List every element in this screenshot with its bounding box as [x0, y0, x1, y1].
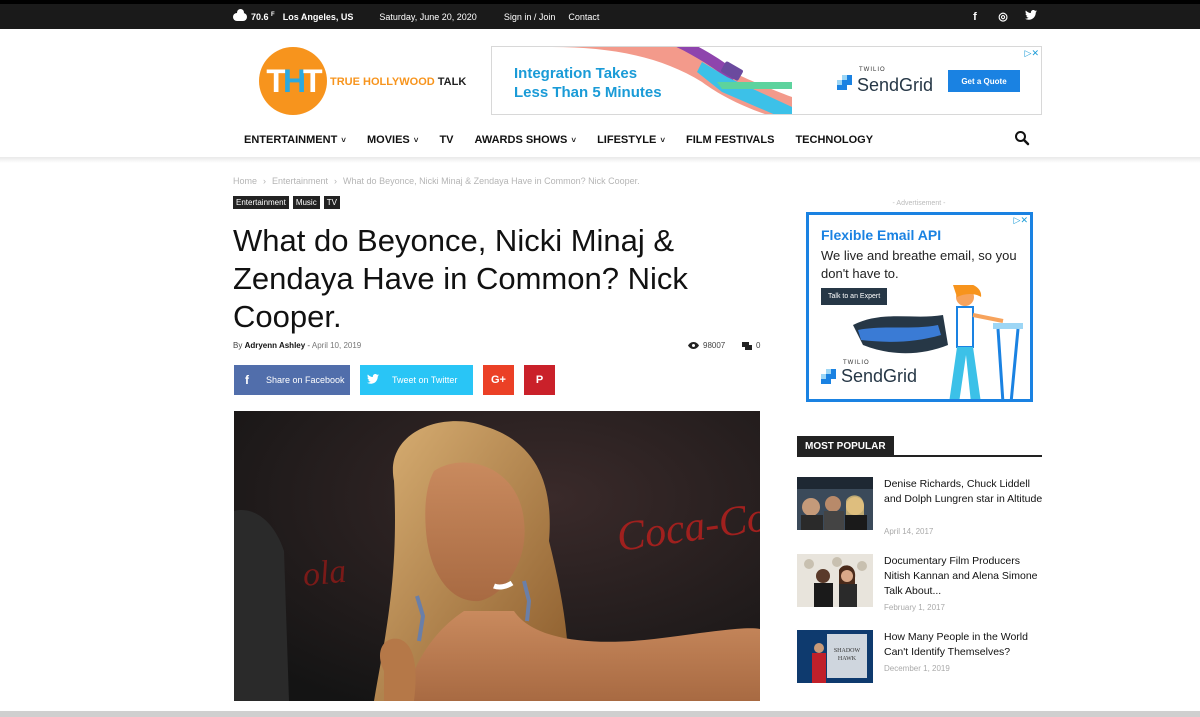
publish-date: April 10, 2019: [311, 341, 362, 350]
svg-text:ola: ola: [301, 553, 348, 594]
top-banner-ad[interactable]: Integration Takes Less Than 5 Minutes TW…: [491, 46, 1042, 115]
popular-post[interactable]: Denise Richards, Chuck Liddell and Dolph…: [797, 477, 1042, 537]
chevron-down-icon: ˅: [413, 135, 419, 145]
main-nav: ENTERTAINMENT ˅ MOVIES ˅ TV AWARDS SHOWS ˅ …: [244, 129, 894, 151]
chevron-down-icon: ˅: [571, 135, 577, 145]
post-date: April 14, 2017: [884, 527, 934, 536]
comment-icon: [742, 341, 752, 350]
nav-movies[interactable]: MOVIES ˅: [367, 134, 418, 146]
eye-icon: [688, 342, 699, 349]
tag-music[interactable]: Music: [292, 196, 320, 209]
author-link[interactable]: Adryenn Ashley: [245, 341, 306, 350]
sidebar-ad[interactable]: Flexible Email API We live and breathe e…: [806, 212, 1033, 402]
ad-side-headline: Flexible Email API: [821, 227, 942, 243]
share-twitter-button[interactable]: Tweet on Twitter: [360, 365, 473, 395]
nav-awards-shows[interactable]: AWARDS SHOWS ˅: [475, 134, 577, 146]
nav-entertainment[interactable]: ENTERTAINMENT ˅: [244, 134, 346, 146]
share-pinterest-button[interactable]: P: [524, 365, 555, 395]
article-meta: By Adryenn Ashley - April 10, 2019: [233, 341, 362, 350]
chevron-down-icon: ˅: [341, 135, 346, 145]
site-logo[interactable]: THT: [259, 47, 327, 115]
chevron-down-icon: ˅: [660, 135, 666, 145]
most-popular-header: MOST POPULAR: [797, 436, 1042, 457]
article-title: What do Beyonce, Nicki Minaj & Zendaya H…: [233, 223, 688, 334]
post-title[interactable]: Denise Richards, Chuck Liddell and Dolph…: [884, 477, 1044, 507]
ad-side-body: We live and breathe email, so you don't …: [821, 248, 1017, 281]
view-count: 98007: [688, 341, 725, 350]
breadcrumb-category[interactable]: Entertainment: [272, 176, 328, 186]
facebook-icon: f: [245, 373, 249, 387]
instagram-icon[interactable]: ◎: [997, 10, 1009, 23]
post-thumbnail[interactable]: SHADOW HAWK: [797, 630, 873, 683]
share-googleplus-button[interactable]: G+: [483, 365, 514, 395]
nav-lifestyle[interactable]: LIFESTYLE ˅: [597, 134, 665, 146]
tag-entertainment[interactable]: Entertainment: [233, 196, 289, 209]
popular-post[interactable]: Documentary Film Producers Nitish Kannan…: [797, 554, 1042, 614]
post-date: December 1, 2019: [884, 664, 950, 673]
nav-technology[interactable]: TECHNOLOGY: [795, 134, 873, 146]
search-icon[interactable]: [1014, 130, 1030, 146]
cloud-icon: [233, 8, 247, 21]
sendgrid-logo: TWILIO SendGrid: [837, 67, 933, 96]
sendgrid-icon: [837, 74, 853, 91]
breadcrumb: Home › Entertainment › What do Beyonce, …: [233, 176, 640, 186]
ad-headline-2: Less Than 5 Minutes: [514, 84, 662, 101]
post-thumbnail[interactable]: [797, 477, 873, 530]
googleplus-icon: G+: [491, 374, 506, 386]
nav-film-festivals[interactable]: FILM FESTIVALS: [686, 134, 774, 146]
pinterest-icon: P: [535, 374, 544, 386]
nav-tv[interactable]: TV: [439, 134, 453, 146]
adchoices-icon[interactable]: ▷✕: [1025, 48, 1039, 59]
location: Los Angeles, US: [282, 11, 354, 22]
temperature: 70.6 F: [251, 11, 275, 22]
current-date: Saturday, June 20, 2020: [379, 11, 477, 22]
breadcrumb-current: What do Beyonce, Nicki Minaj & Zendaya H…: [343, 176, 640, 186]
comment-count[interactable]: 0: [742, 341, 760, 350]
post-thumbnail[interactable]: [797, 554, 873, 607]
signin-link[interactable]: Sign in / Join: [504, 12, 556, 22]
twitter-icon[interactable]: [1025, 10, 1037, 23]
get-quote-button[interactable]: Get a Quote: [948, 70, 1020, 92]
post-date: February 1, 2017: [884, 603, 945, 612]
article-featured-image: Coca-Cola ola: [234, 411, 760, 701]
facebook-icon[interactable]: f: [969, 11, 981, 23]
ad-headline-1: Integration Takes: [514, 65, 638, 82]
popular-post[interactable]: SHADOW HAWK How Many People in the World…: [797, 630, 1042, 690]
svg-text:HAWK: HAWK: [838, 656, 857, 662]
twitter-icon: [360, 373, 386, 387]
svg-text:SHADOW: SHADOW: [834, 648, 861, 654]
post-title[interactable]: How Many People in the World Can't Ident…: [884, 630, 1044, 660]
advertisement-label: - Advertisement -: [892, 200, 946, 207]
contact-link[interactable]: Contact: [568, 12, 599, 22]
category-tags: Entertainment Music TV: [233, 196, 340, 209]
top-bar: 70.6 F Los Angeles, US Saturday, June 20…: [0, 0, 1200, 29]
site-name[interactable]: TRUE HOLLYWOOD TALK: [330, 76, 466, 88]
breadcrumb-home[interactable]: Home: [233, 176, 257, 186]
sendgrid-icon: [821, 368, 837, 385]
tag-tv[interactable]: TV: [323, 196, 340, 209]
horizontal-scrollbar[interactable]: [0, 711, 1200, 717]
share-facebook-button[interactable]: f Share on Facebook: [234, 365, 350, 395]
adchoices-icon[interactable]: ▷✕: [1014, 215, 1028, 226]
post-title[interactable]: Documentary Film Producers Nitish Kannan…: [884, 554, 1044, 599]
header-divider: [0, 157, 1200, 163]
sendgrid-logo: TWILIO SendGrid: [821, 360, 917, 387]
